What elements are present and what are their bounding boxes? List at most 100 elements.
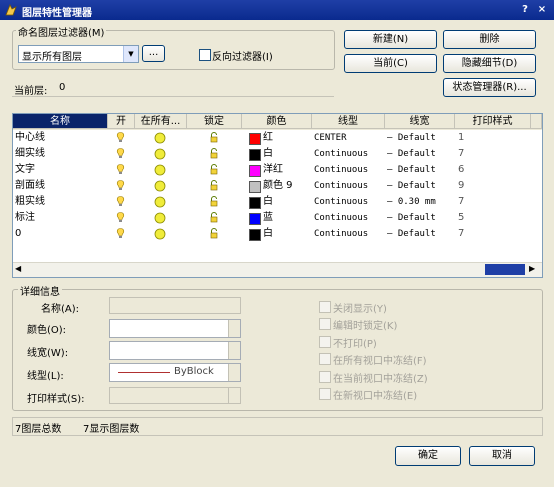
layer-name: 粗实线: [15, 196, 45, 207]
state-manager-button[interactable]: 状态管理器(R)...: [443, 78, 536, 97]
name-label: 名称(A):: [41, 304, 80, 315]
plotstyle-label: 打印样式(S):: [27, 394, 85, 405]
layer-color-name: 红: [263, 132, 273, 143]
option-checkbox[interactable]: [319, 336, 331, 348]
table-row[interactable]: 标注 蓝 Continuous — Default 5: [13, 210, 542, 226]
layer-color-name: 白: [263, 148, 273, 159]
layer-linetype[interactable]: Continuous: [314, 162, 368, 178]
layer-linetype[interactable]: CENTER: [314, 130, 347, 146]
color-swatch[interactable]: [249, 133, 261, 145]
layer-name: 0: [15, 228, 22, 239]
layer-color-name: 颜色 9: [263, 180, 293, 191]
table-row[interactable]: 剖面线 颜色 9 Continuous — Default 9: [13, 178, 542, 194]
layer-total-count: 7图层总数: [15, 424, 62, 435]
table-row[interactable]: 粗实线 白 Continuous — 0.30 mm 7: [13, 194, 542, 210]
invert-filter-checkbox[interactable]: [199, 49, 211, 61]
title-bar: 图层特性管理器 ? ×: [0, 0, 554, 20]
column-header-linetype[interactable]: 线型: [312, 114, 385, 129]
lightbulb-icon[interactable]: [116, 228, 125, 244]
column-header-extra: [531, 114, 542, 129]
layer-lineweight[interactable]: — Default: [387, 146, 436, 162]
color-field[interactable]: [109, 319, 241, 338]
color-swatch[interactable]: [249, 181, 261, 193]
layer-name: 中心线: [15, 132, 45, 143]
table-row[interactable]: 文字 洋红 Continuous — Default 6: [13, 162, 542, 178]
layer-shown-count: 7显示图层数: [83, 424, 140, 435]
layer-color-name: 白: [263, 196, 273, 207]
table-header: 名称 开 在所有... 锁定 颜色 线型 线宽 打印样式: [13, 114, 542, 130]
separator: [12, 96, 334, 97]
column-header-name[interactable]: 名称: [13, 114, 108, 129]
status-bar: 7图层总数 7显示图层数: [12, 417, 543, 436]
color-swatch[interactable]: [249, 229, 261, 241]
layer-plotstyle: 6: [458, 164, 465, 175]
color-swatch[interactable]: [249, 165, 261, 177]
layer-plotstyle: 1: [458, 132, 465, 143]
color-swatch[interactable]: [249, 149, 261, 161]
close-button[interactable]: ×: [536, 4, 548, 16]
layer-linetype[interactable]: Continuous: [314, 178, 368, 194]
column-header-freeze-all[interactable]: 在所有...: [135, 114, 187, 129]
color-label: 颜色(O):: [27, 325, 67, 336]
layer-plotstyle: 7: [458, 196, 465, 207]
lock-icon[interactable]: [209, 228, 220, 244]
layer-lineweight[interactable]: — Default: [387, 178, 436, 194]
layer-lineweight[interactable]: — Default: [387, 130, 436, 146]
hide-details-button[interactable]: 隐藏细节(D): [443, 54, 536, 73]
option-checkbox[interactable]: [319, 353, 331, 365]
layer-linetype[interactable]: Continuous: [314, 210, 368, 226]
column-header-color[interactable]: 颜色: [242, 114, 312, 129]
option-label: 编辑时锁定(K): [333, 321, 398, 332]
browse-filter-button[interactable]: ...: [142, 45, 165, 62]
name-field[interactable]: [109, 297, 241, 314]
horizontal-scrollbar[interactable]: ◀ ▶: [13, 262, 542, 277]
delete-layer-button[interactable]: 删除: [443, 30, 536, 49]
layer-linetype[interactable]: Continuous: [314, 146, 368, 162]
linetype-field[interactable]: ByBlock: [109, 363, 241, 382]
filter-combo-value: 显示所有图层: [22, 52, 82, 63]
layer-plotstyle: 5: [458, 212, 465, 223]
option-checkbox[interactable]: [319, 371, 331, 383]
color-swatch[interactable]: [249, 213, 261, 225]
layer-lineweight[interactable]: — Default: [387, 162, 436, 178]
help-button[interactable]: ?: [519, 4, 531, 16]
ok-button[interactable]: 确定: [395, 446, 461, 466]
plotstyle-field[interactable]: [109, 387, 241, 404]
layer-lineweight[interactable]: — Default: [387, 226, 436, 242]
option-label: 在所有视口中冻结(F): [333, 356, 427, 367]
option-label: 在新视口中冻结(E): [333, 391, 418, 402]
layer-linetype[interactable]: Continuous: [314, 226, 368, 242]
invert-filter-label: 反向过滤器(I): [212, 52, 273, 63]
layer-lineweight[interactable]: — Default: [387, 210, 436, 226]
layer-name: 标注: [15, 212, 35, 223]
linetype-sample: [118, 372, 170, 373]
column-header-plotstyle[interactable]: 打印样式: [455, 114, 531, 129]
layer-color-name: 蓝: [263, 212, 273, 223]
scroll-left-icon[interactable]: ◀: [15, 264, 21, 273]
window-title: 图层特性管理器: [22, 8, 92, 19]
column-header-lock[interactable]: 锁定: [187, 114, 242, 129]
column-header-lineweight[interactable]: 线宽: [385, 114, 455, 129]
cancel-button[interactable]: 取消: [469, 446, 535, 466]
scroll-right-icon[interactable]: ▶: [529, 264, 535, 273]
option-checkbox[interactable]: [319, 388, 331, 400]
layer-lineweight[interactable]: — 0.30 mm: [387, 194, 436, 210]
table-row[interactable]: 中心线 红 CENTER — Default 1: [13, 130, 542, 146]
set-current-button[interactable]: 当前(C): [344, 54, 437, 73]
filter-combo[interactable]: 显示所有图层 ▼: [18, 45, 139, 63]
table-row[interactable]: 细实线 白 Continuous — Default 7: [13, 146, 542, 162]
color-swatch[interactable]: [249, 197, 261, 209]
chevron-down-icon[interactable]: ▼: [123, 46, 138, 62]
lineweight-field[interactable]: [109, 341, 241, 360]
option-checkbox[interactable]: [319, 318, 331, 330]
sun-icon[interactable]: [154, 228, 166, 244]
scrollbar-thumb[interactable]: [485, 264, 525, 275]
new-layer-button[interactable]: 新建(N): [344, 30, 437, 49]
option-checkbox[interactable]: [319, 301, 331, 313]
column-header-on[interactable]: 开: [108, 114, 135, 129]
layer-properties-dialog: 图层特性管理器 ? × 命名图层过滤器(M) 显示所有图层 ▼ ... 反向过滤…: [0, 0, 554, 487]
layer-name: 剖面线: [15, 180, 45, 191]
layer-linetype[interactable]: Continuous: [314, 194, 368, 210]
table-row[interactable]: 0 白 Continuous — Default 7: [13, 226, 542, 242]
layer-color-name: 白: [263, 228, 273, 239]
